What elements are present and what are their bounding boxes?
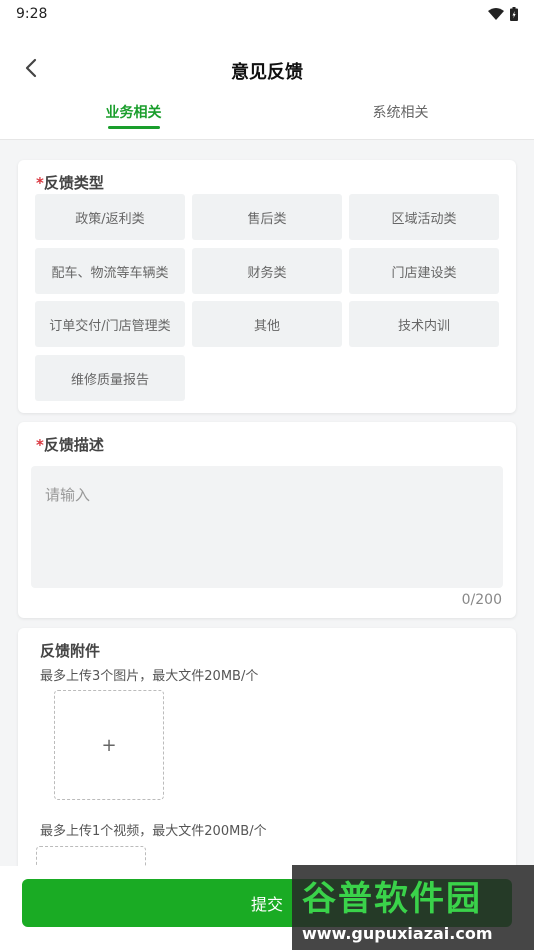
status-icons (488, 7, 518, 21)
required-mark: * (36, 174, 44, 192)
feedback-type-option[interactable]: 财务类 (192, 248, 342, 294)
plus-icon: + (101, 734, 117, 756)
page-title: 意见反馈 (231, 62, 303, 83)
feedback-attachment-card: 反馈附件 最多上传3个图片，最大文件20MB/个 + 最多上传1个视频，最大文件… (18, 628, 516, 950)
feedback-description-title-text: 反馈描述 (43, 436, 104, 454)
feedback-description-card: *反馈描述 请输入 0/200 (18, 422, 516, 618)
watermark-title: 谷普软件园 (302, 879, 482, 919)
tab-system[interactable]: 系统相关 (267, 102, 534, 132)
feedback-type-option[interactable]: 订单交付/门店管理类 (35, 301, 185, 347)
feedback-description-input[interactable]: 请输入 (31, 466, 503, 588)
watermark: 谷普软件园 www.gupuxiazai.com (292, 865, 534, 950)
watermark-url: www.gupuxiazai.com (302, 924, 493, 943)
status-bar: 9:28 (0, 0, 534, 28)
feedback-type-option[interactable]: 其他 (192, 301, 342, 347)
image-upload-hint: 最多上传3个图片，最大文件20MB/个 (40, 669, 259, 684)
feedback-type-option[interactable]: 售后类 (192, 194, 342, 240)
image-upload-button[interactable]: + (54, 690, 164, 800)
char-counter: 0/200 (461, 592, 502, 608)
feedback-type-title: *反馈类型 (36, 172, 104, 193)
feedback-type-option[interactable]: 技术内训 (349, 301, 499, 347)
feedback-type-title-text: 反馈类型 (43, 174, 104, 192)
feedback-description-title: *反馈描述 (36, 434, 104, 455)
feedback-type-option[interactable]: 政策/返利类 (35, 194, 185, 240)
battery-icon (510, 7, 518, 21)
tab-business-label: 业务相关 (105, 105, 162, 121)
app-header: 意见反馈 业务相关 系统相关 (0, 28, 534, 140)
feedback-type-option[interactable]: 区域活动类 (349, 194, 499, 240)
feedback-type-card: *反馈类型 政策/返利类 售后类 区域活动类 配车、物流等车辆类 财务类 门店建… (18, 160, 516, 413)
feedback-attachment-title: 反馈附件 (40, 642, 101, 660)
tab-business[interactable]: 业务相关 (0, 102, 267, 132)
video-upload-hint: 最多上传1个视频，最大文件200MB/个 (40, 824, 267, 839)
feedback-type-option[interactable]: 维修质量报告 (35, 355, 185, 401)
required-mark: * (36, 436, 44, 454)
status-time: 9:28 (16, 6, 48, 22)
wifi-icon (488, 8, 504, 20)
tab-bar: 业务相关 系统相关 (0, 102, 534, 132)
tab-active-indicator (107, 126, 160, 129)
feedback-type-option[interactable]: 门店建设类 (349, 248, 499, 294)
feedback-type-option[interactable]: 配车、物流等车辆类 (35, 248, 185, 294)
tab-system-label: 系统相关 (372, 105, 429, 121)
